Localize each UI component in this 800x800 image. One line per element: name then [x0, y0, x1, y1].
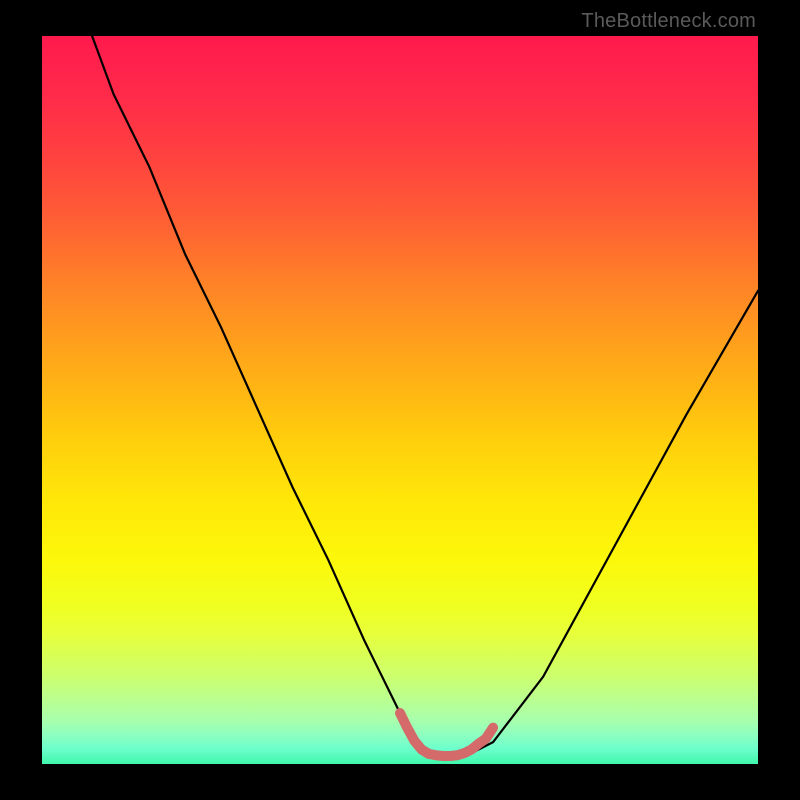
watermark-text: TheBottleneck.com	[581, 10, 756, 33]
plot-area	[42, 36, 758, 764]
chart-frame: TheBottleneck.com	[0, 0, 800, 800]
